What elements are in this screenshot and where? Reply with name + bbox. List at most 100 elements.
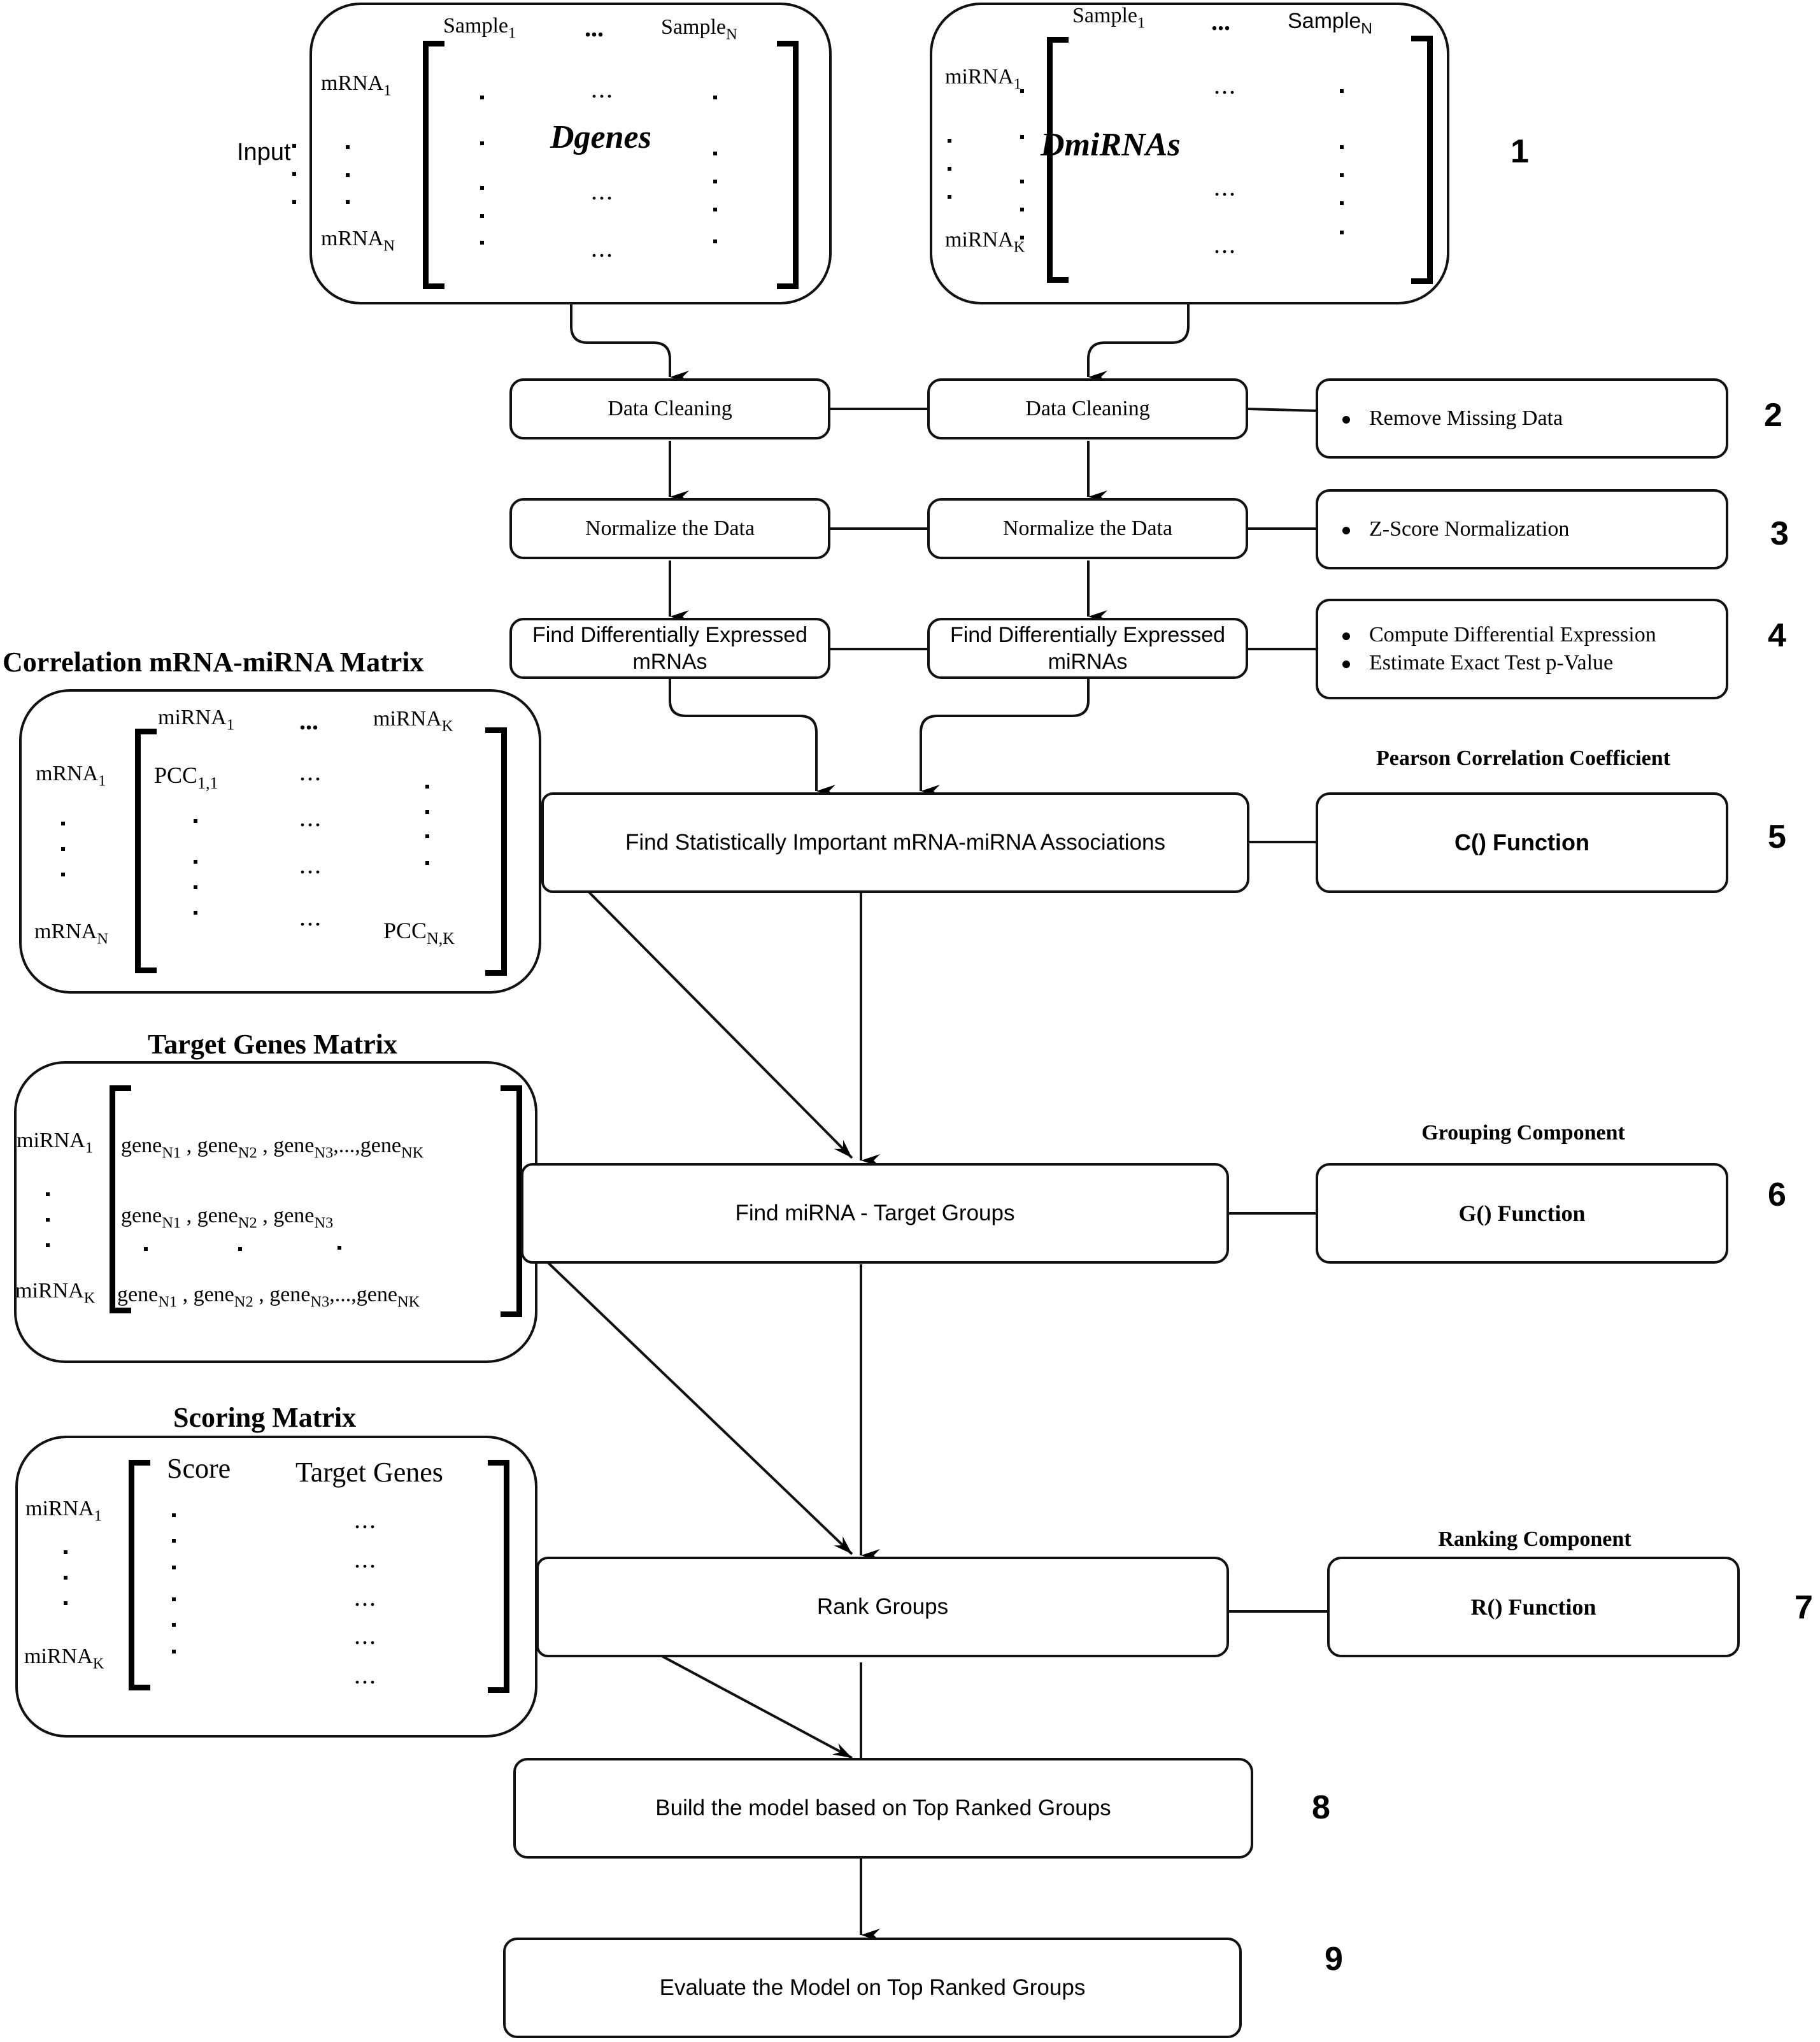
step-number-4: 4 <box>1768 617 1786 654</box>
genes-cell-dot <box>480 96 484 99</box>
genes-cell-dot <box>713 152 717 155</box>
genes-cell-ellipsis: ... <box>591 234 614 262</box>
step-number-7: 7 <box>1795 1589 1813 1626</box>
normalize-note-list: Z-Score Normalization <box>1318 515 1726 543</box>
target-cell-dot <box>144 1247 148 1251</box>
mirna-cell-dot <box>1340 173 1344 177</box>
target-row-dot <box>46 1243 50 1247</box>
target-row-last: miRNAK <box>15 1279 96 1307</box>
mirna-cell-dot <box>1020 208 1024 211</box>
genes-row-dot <box>292 172 296 176</box>
genes-row-last: mRNAN <box>321 227 395 255</box>
mirna-diff-expressed-box: Find Differentially Expressed miRNAs <box>927 618 1248 679</box>
genes-col-ellipsis: ... <box>585 13 604 42</box>
corr-col-first: miRNA1 <box>158 706 234 734</box>
scoring-cell-ellipsis: ... <box>354 1621 377 1650</box>
genes-row-dot <box>292 200 296 204</box>
mirna-diff-line2: miRNAs <box>1048 650 1128 674</box>
step-number-5: 5 <box>1768 818 1786 855</box>
corr-row-dot <box>61 847 65 851</box>
normalize-note-item: Z-Score Normalization <box>1342 515 1726 543</box>
scoring-row-dot <box>64 1601 68 1605</box>
scoring-matrix-right-bracket <box>488 1460 509 1693</box>
genes-cell-dot <box>713 96 717 99</box>
corr-cell-ellipsis: ... <box>299 850 322 879</box>
target-row-genes-full: geneN1 , geneN2 , geneN3,...,geneNK <box>121 1134 424 1162</box>
mirna-row-dot <box>948 167 951 171</box>
scoring-cell-ellipsis: ... <box>354 1660 377 1689</box>
genes-row-dot <box>292 144 296 148</box>
target-matrix-left-bracket <box>110 1085 131 1313</box>
mirna-cell-dot <box>1020 135 1024 139</box>
scoring-cell-dot <box>172 1566 176 1569</box>
genes-row-first: mRNA1 <box>321 71 392 99</box>
corr-row-first: mRNA1 <box>36 762 106 790</box>
scoring-row-dot <box>64 1550 68 1554</box>
corr-cell-dot <box>194 860 197 864</box>
mirna-row-dot <box>948 139 951 143</box>
corr-last-cell: PCCN,K <box>383 918 455 948</box>
corr-cell-dot <box>194 911 197 915</box>
diff-note-box: Compute Differential Expression Estimate… <box>1316 599 1728 699</box>
cleaning-note-box: Remove Missing Data <box>1316 378 1728 459</box>
scoring-matrix-left-bracket <box>129 1460 150 1690</box>
scoring-row-first: miRNA1 <box>25 1497 102 1525</box>
genes-cell-dot <box>480 141 484 145</box>
scoring-cell-ellipsis: ... <box>354 1505 377 1534</box>
corr-cell-dot <box>425 834 429 838</box>
genes-col-first: Sample1 <box>443 14 516 42</box>
correlation-matrix-title: Correlation mRNA-miRNA Matrix <box>3 646 424 678</box>
scoring-row-dot <box>64 1576 68 1580</box>
arrow-diff-right-to-assoc <box>920 679 1090 797</box>
mirna-cell-dot <box>1340 89 1344 93</box>
mirna-row-first: miRNA1 <box>945 65 1021 93</box>
step-number-6: 6 <box>1768 1176 1786 1213</box>
diff-note-item: Compute Differential Expression <box>1342 621 1726 649</box>
genes-diff-line1: Find Differentially Expressed <box>532 623 808 647</box>
associations-box: Find Statistically Important mRNA-miRNA … <box>541 792 1249 893</box>
diff-note-list: Compute Differential Expression Estimate… <box>1318 621 1726 677</box>
scoring-col-score: Score <box>167 1453 231 1484</box>
mirna-matrix-container <box>930 3 1449 304</box>
corr-col-last: miRNAK <box>373 707 453 735</box>
genes-row-dot <box>346 145 350 149</box>
target-row-genes-partial: geneN1 , geneN2 , geneN3 <box>121 1204 334 1232</box>
corr-first-cell: PCC1,1 <box>154 762 218 793</box>
cleaning-note-list: Remove Missing Data <box>1318 404 1726 432</box>
diff-note-item: Estimate Exact Test p-Value <box>1342 649 1726 677</box>
mirna-cell-dot <box>1020 236 1024 239</box>
normalize-note-box: Z-Score Normalization <box>1316 489 1728 569</box>
mirna-col-first: Sample1 <box>1072 4 1146 32</box>
corr-cell-dot <box>194 819 197 823</box>
arrow-genes-to-cleaning <box>570 304 689 383</box>
scoring-cell-ellipsis: ... <box>354 1545 377 1573</box>
arrow-diff-left-to-assoc <box>669 679 835 797</box>
scoring-matrix-container <box>15 1436 537 1738</box>
mirna-cell-ellipsis: ... <box>1214 230 1237 259</box>
corr-cell-ellipsis: ... <box>299 803 322 832</box>
rank-groups-box: Rank Groups <box>536 1557 1229 1657</box>
evaluate-model-box: Evaluate the Model on Top Ranked Groups <box>503 1938 1242 2038</box>
mirna-matrix-right-bracket <box>1411 36 1433 284</box>
input-label: Input <box>237 139 291 166</box>
step-number-1: 1 <box>1511 133 1529 170</box>
genes-normalize-box: Normalize the Data <box>509 498 830 559</box>
corr-col-ellipsis: ... <box>299 706 318 735</box>
genes-cell-dot <box>480 241 484 245</box>
cleaning-note-item: Remove Missing Data <box>1342 404 1726 432</box>
scoring-row-last: miRNAK <box>24 1645 104 1673</box>
mirna-cell-dot <box>1020 180 1024 183</box>
scoring-col-targets: Target Genes <box>295 1457 443 1488</box>
target-row-dot <box>46 1218 50 1222</box>
mirna-col-last: SampleN <box>1288 9 1372 38</box>
genes-row-dot <box>346 173 350 177</box>
step-number-8: 8 <box>1312 1789 1330 1826</box>
genes-matrix-left-bracket <box>423 41 444 289</box>
correlation-component-title: Pearson Correlation Coefficient <box>1376 746 1671 770</box>
build-model-box: Build the model based on Top Ranked Grou… <box>513 1758 1253 1859</box>
mirna-diff-line1: Find Differentially Expressed <box>949 623 1226 647</box>
genes-matrix-right-bracket <box>777 41 799 289</box>
mirna-cell-ellipsis: ... <box>1214 173 1237 201</box>
ranking-component-title: Ranking Component <box>1438 1527 1632 1551</box>
genes-cell-ellipsis: ... <box>591 75 614 103</box>
